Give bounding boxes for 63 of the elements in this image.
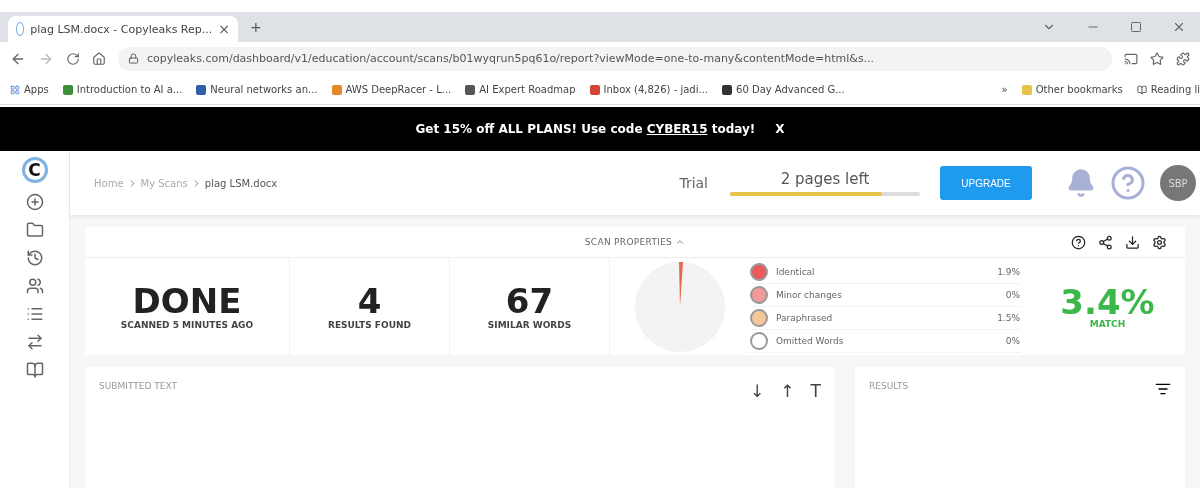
stat-value: 67 (505, 283, 554, 318)
users-icon[interactable] (25, 277, 44, 295)
history-icon[interactable] (25, 249, 44, 267)
apps-icon (10, 84, 20, 95)
cast-icon[interactable] (1124, 51, 1138, 66)
stat-label: RESULTS FOUND (328, 319, 411, 330)
banner-close[interactable]: X (775, 122, 785, 136)
stat-value: DONE (132, 283, 242, 318)
bookmark[interactable]: AWS DeepRacer - L... (331, 84, 452, 95)
browser-tab[interactable]: plag LSM.docx - Copyleaks Rep... × (8, 16, 238, 42)
toolbar-button[interactable]: ↑ (780, 381, 795, 401)
new-tab-button[interactable]: + (250, 19, 262, 35)
close-icon[interactable] (1172, 20, 1186, 34)
match-percent: 3.4% (1060, 284, 1155, 319)
toolbar-button[interactable]: T (810, 381, 821, 401)
bookmark[interactable]: Neural networks an... (196, 84, 318, 95)
list-icon[interactable] (25, 305, 44, 323)
breadcrumb-link[interactable]: plag LSM.docx (204, 177, 278, 189)
panel-title: RESULTS (869, 381, 910, 391)
extensions-icon[interactable] (1176, 51, 1190, 66)
bookmark[interactable]: Inbox (4,826) - jadi... (589, 84, 709, 95)
download-icon[interactable] (1125, 234, 1140, 250)
legend-value: 0% (1005, 335, 1020, 346)
legend-label: Minor changes (776, 289, 843, 300)
address-bar[interactable]: copyleaks.com/dashboard/v1/education/account/scans/b01wyqrun5pq61o/report?viewMode=one-to-many&contentMode=html&s... (118, 46, 1112, 71)
legend-value: 1.9% (997, 266, 1020, 277)
share-icon[interactable] (1098, 234, 1113, 250)
match-label: MATCH (1089, 318, 1126, 329)
caret-icon (675, 237, 686, 247)
pages-left: 2 pages left (780, 170, 870, 188)
tab-close[interactable]: × (218, 21, 230, 37)
bookmark[interactable]: Apps (10, 84, 49, 95)
panel-title: SUBMITTED TEXT (99, 381, 178, 391)
legend-label: Paraphrased (776, 312, 834, 323)
legend-label: Omitted Words (776, 335, 845, 346)
other-bookmarks[interactable]: Other bookmarks (1021, 84, 1123, 95)
reading-list[interactable]: Reading li (1136, 84, 1200, 95)
bookmark[interactable]: 60 Day Advanced G... (722, 84, 845, 95)
legend-label: Identical (776, 266, 816, 277)
star-icon[interactable] (1150, 51, 1164, 66)
bookmark[interactable]: AI Expert Roadmap (465, 84, 576, 95)
app-logo[interactable]: C (21, 157, 48, 183)
bookmark[interactable]: Introduction to AI a... (62, 84, 183, 95)
stat-label: SCANNED 5 MINUTES AGO (120, 319, 254, 330)
compare-icon[interactable] (25, 333, 44, 351)
help-icon[interactable] (1071, 234, 1086, 250)
book-icon (1136, 84, 1147, 95)
home-icon[interactable] (92, 51, 106, 66)
maximize-icon[interactable] (1130, 21, 1142, 33)
stat-label: SIMILAR WORDS (487, 319, 572, 330)
add-icon[interactable] (25, 193, 44, 211)
scan-properties-toggle[interactable]: SCAN PROPERTIES (578, 236, 692, 248)
promo-text: Get 15% off ALL PLANS! Use code CYBER15 today! (415, 122, 756, 136)
toolbar-button[interactable]: ↓ (750, 381, 765, 401)
legend-value: 1.5% (997, 312, 1020, 323)
settings-icon[interactable] (1152, 234, 1167, 250)
reload-icon[interactable] (66, 51, 80, 66)
legend-value: 0% (1005, 289, 1020, 300)
stat-value: 4 (357, 283, 382, 318)
plan-label: Trial (679, 175, 708, 191)
filter-icon[interactable] (1155, 381, 1171, 397)
more-bookmarks[interactable]: » (1001, 84, 1008, 95)
lock-icon (128, 53, 139, 64)
